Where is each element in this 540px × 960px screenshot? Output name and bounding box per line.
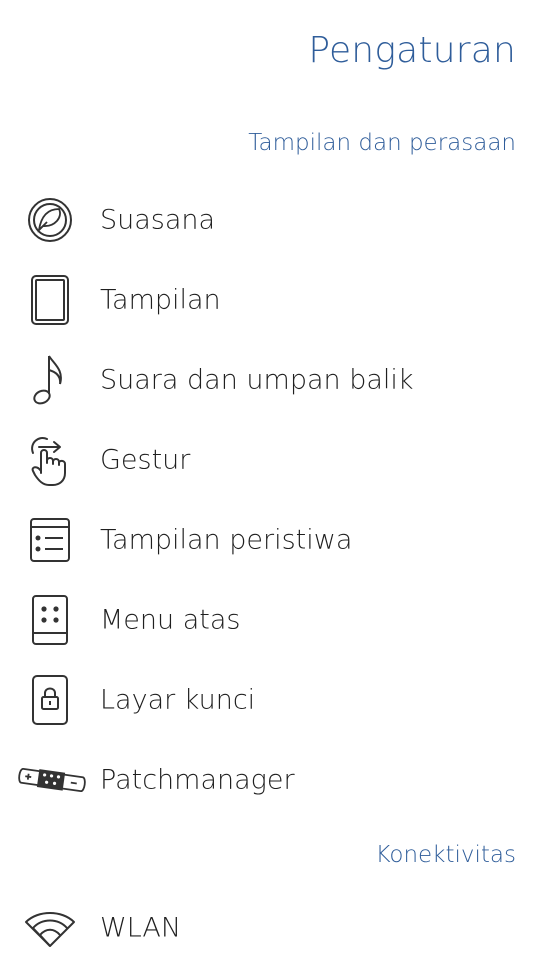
settings-item-sound[interactable]: Suara dan umpan balik (0, 348, 540, 412)
settings-item-label: Menu atas (100, 604, 241, 636)
settings-item-label: Layar kunci (100, 684, 256, 716)
gesture-icon (22, 432, 78, 488)
settings-item-gesture[interactable]: Gestur (0, 428, 540, 492)
settings-item-wlan[interactable]: WLAN (0, 896, 540, 960)
music-note-icon (22, 352, 78, 408)
events-list-icon (22, 512, 78, 568)
settings-item-display[interactable]: Tampilan (0, 268, 540, 332)
settings-item-lock-screen[interactable]: Layar kunci (0, 668, 540, 732)
settings-item-ambience[interactable]: Suasana (0, 188, 540, 252)
settings-item-label: Tampilan peristiwa (100, 524, 353, 556)
display-icon (22, 272, 78, 328)
top-menu-icon (22, 592, 78, 648)
patch-icon (14, 752, 90, 808)
settings-item-label: Gestur (100, 444, 191, 476)
settings-item-label: WLAN (100, 912, 182, 944)
page-title: Pengaturan (308, 30, 516, 71)
settings-item-top-menu[interactable]: Menu atas (0, 588, 540, 652)
settings-item-label: Suara dan umpan balik (100, 364, 414, 396)
section-header-appearance: Tampilan dan perasaan (248, 130, 516, 156)
wifi-icon (22, 900, 78, 956)
settings-item-label: Suasana (100, 204, 216, 236)
section-header-connectivity: Konektivitas (375, 842, 516, 868)
settings-item-label: Patchmanager (100, 764, 295, 796)
settings-item-patchmanager[interactable]: Patchmanager (0, 748, 540, 812)
settings-item-events[interactable]: Tampilan peristiwa (0, 508, 540, 572)
lock-screen-icon (22, 672, 78, 728)
ambience-icon (22, 192, 78, 248)
settings-item-label: Tampilan (100, 284, 221, 316)
